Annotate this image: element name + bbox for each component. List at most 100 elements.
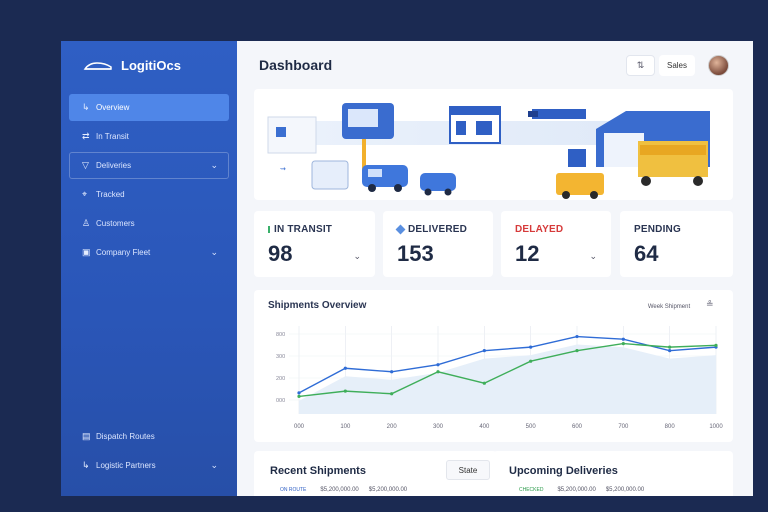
chevron-down-icon[interactable]: ⌄ xyxy=(210,160,218,171)
data-point[interactable] xyxy=(390,370,394,374)
chart-options-icon[interactable]: ≗ xyxy=(706,299,714,310)
sidebar-item-overview[interactable]: ↳ Overview xyxy=(69,94,229,121)
data-point[interactable] xyxy=(668,345,672,349)
x-tick-label: 400 xyxy=(479,424,490,430)
data-point[interactable] xyxy=(668,349,672,353)
sidebar-item-label: In Transit xyxy=(96,132,129,141)
sales-button[interactable]: Sales xyxy=(659,55,695,76)
x-tick-label: 200 xyxy=(387,424,398,430)
user-icon: ♙ xyxy=(82,218,91,228)
stat-card-delivered[interactable]: DELIVERED 153 xyxy=(383,211,493,277)
partners-icon: ↳ xyxy=(82,460,90,470)
x-tick-label: 000 xyxy=(294,424,305,430)
sidebar-item-label: Company Fleet xyxy=(96,248,151,257)
sidebar-item-in-transit[interactable]: ⇄ In Transit xyxy=(69,123,229,150)
x-tick-label: 800 xyxy=(665,424,676,430)
chart-filter-dropdown[interactable]: Week Shipment xyxy=(643,299,695,315)
stat-card-pending[interactable]: PENDING 64 xyxy=(620,211,733,277)
sidebar-item-label: Logistic Partners xyxy=(96,461,156,470)
sidebar-footer: ▤ Dispatch Routes ↳ Logistic Partners ⌄ xyxy=(69,423,229,481)
chevron-down-icon[interactable]: ⌄ xyxy=(589,251,597,262)
data-point[interactable] xyxy=(297,394,301,398)
stat-label: DELAYED xyxy=(515,224,563,235)
chevron-down-icon[interactable]: ⌄ xyxy=(210,247,218,258)
sidebar: LogitiOcs ↳ Overview ⇄ In Transit ▽ Deli… xyxy=(61,41,237,496)
data-point[interactable] xyxy=(297,391,301,395)
data-point[interactable] xyxy=(343,389,347,393)
data-point[interactable] xyxy=(529,359,533,363)
logistics-illustration: ⇝ xyxy=(254,89,733,200)
top-bar: Dashboard ⇅ Sales xyxy=(237,41,753,85)
stat-card-in-transit[interactable]: IN TRANSIT 98 ⌄ xyxy=(254,211,375,277)
brand-name: LogitiOcs xyxy=(121,58,181,73)
table-cell: $5,200,000.00 xyxy=(320,487,359,493)
svg-text:⇝: ⇝ xyxy=(280,166,286,173)
x-tick-label: 600 xyxy=(572,424,583,430)
data-point[interactable] xyxy=(529,345,533,349)
sidebar-item-label: Deliveries xyxy=(96,161,132,170)
app-window: LogitiOcs ↳ Overview ⇄ In Transit ▽ Deli… xyxy=(61,41,753,496)
stat-label: DELIVERED xyxy=(395,224,468,235)
x-tick-label: 300 xyxy=(433,424,444,430)
y-tick-label: 300 xyxy=(276,354,285,360)
brand[interactable]: LogitiOcs xyxy=(83,58,181,73)
sidebar-item-dispatch-routes[interactable]: ▤ Dispatch Routes xyxy=(69,423,229,450)
y-tick-label: 800 xyxy=(276,332,285,338)
stat-value: 12 xyxy=(515,241,540,266)
y-tick-label: 200 xyxy=(276,376,285,382)
x-tick-label: 700 xyxy=(618,424,629,430)
sidebar-item-company-fleet[interactable]: ▣ Company Fleet ⌄ xyxy=(69,239,229,266)
stat-value: 64 xyxy=(634,241,659,266)
x-tick-label: 100 xyxy=(340,424,351,430)
page-title: Dashboard xyxy=(259,57,333,73)
x-tick-label: 1000 xyxy=(709,424,723,430)
sidebar-item-logistic-partners[interactable]: ↳ Logistic Partners ⌄ xyxy=(69,452,229,479)
stat-label: PENDING xyxy=(634,224,681,235)
chevron-down-icon[interactable]: ⌄ xyxy=(210,460,218,471)
data-point[interactable] xyxy=(390,392,394,396)
data-point[interactable] xyxy=(621,337,625,341)
sort-button[interactable]: ⇅ xyxy=(626,55,655,76)
map-icon: ▤ xyxy=(82,431,91,441)
status-badge: CHECKED xyxy=(519,487,544,493)
sidebar-item-customers[interactable]: ♙ Customers xyxy=(69,210,229,237)
stat-value: 98 xyxy=(268,241,293,266)
stat-label-text: IN TRANSIT xyxy=(274,224,333,235)
data-point[interactable] xyxy=(436,363,440,367)
chevron-down-icon[interactable]: ⌄ xyxy=(353,251,361,262)
data-point[interactable] xyxy=(482,349,486,353)
stat-card-delayed[interactable]: DELAYED 12 ⌄ xyxy=(501,211,611,277)
avatar[interactable] xyxy=(708,55,729,76)
stat-label: IN TRANSIT xyxy=(268,224,332,235)
data-point[interactable] xyxy=(482,381,486,385)
card-title: Recent Shipments xyxy=(270,465,366,477)
check-box-icon xyxy=(395,224,406,235)
sidebar-item-label: Customers xyxy=(96,219,135,228)
table-row[interactable]: ON ROUTE $5,200,000.00 $5,200,000.00 xyxy=(276,486,407,494)
building-icon: ▣ xyxy=(82,247,91,257)
data-point[interactable] xyxy=(575,349,579,353)
sidebar-item-tracked[interactable]: ⌖ Tracked xyxy=(69,181,229,208)
data-point[interactable] xyxy=(343,366,347,370)
stat-value: 153 xyxy=(397,241,434,266)
stat-label-text: PENDING xyxy=(634,224,681,235)
series-area xyxy=(299,344,716,414)
table-cell: $5,200,000.00 xyxy=(557,487,596,493)
table-row[interactable]: CHECKED $5,200,000.00 $5,200,000.00 xyxy=(515,486,644,494)
logistics-scene-icon: ⇝ xyxy=(267,103,710,199)
status-badge: ON ROUTE xyxy=(280,487,307,493)
car-logo-icon xyxy=(83,61,112,70)
data-point[interactable] xyxy=(575,334,579,339)
truck-icon: ↳ xyxy=(82,102,90,112)
pin-icon: ⌖ xyxy=(82,189,88,199)
data-point[interactable] xyxy=(436,370,440,374)
data-point[interactable] xyxy=(714,343,718,347)
state-button[interactable]: State xyxy=(446,460,490,480)
box-icon: ▽ xyxy=(82,160,89,170)
stat-label-text: DELIVERED xyxy=(408,224,468,235)
table-cell: $5,200,000.00 xyxy=(605,487,645,493)
arrows-icon: ⇄ xyxy=(82,131,90,141)
sidebar-item-label: Overview xyxy=(96,103,130,112)
data-point[interactable] xyxy=(621,342,625,346)
sidebar-item-deliveries[interactable]: ▽ Deliveries ⌄ xyxy=(69,152,229,179)
